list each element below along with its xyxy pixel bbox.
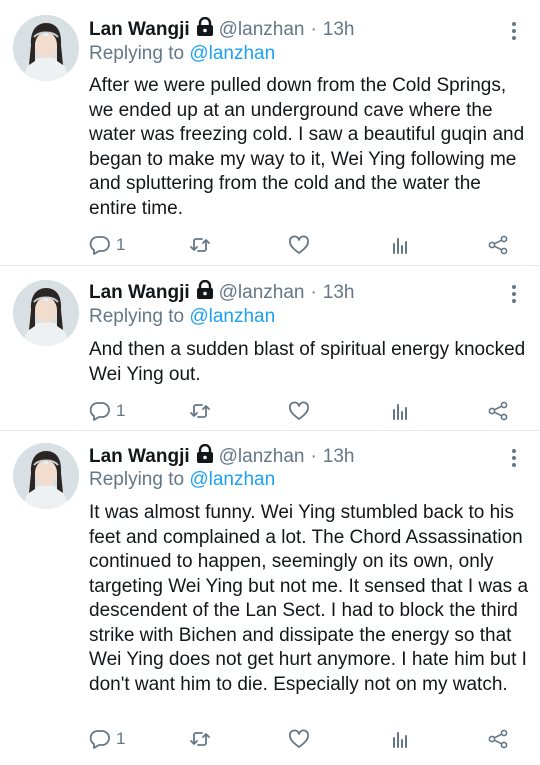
share-button[interactable] [487,398,509,424]
tweet-actions: 1 [89,726,509,752]
replying-to-mention[interactable]: @lanzhan [189,306,275,327]
share-icon [487,400,509,422]
author-name[interactable]: Lan Wangji [89,282,190,304]
analytics-icon [389,234,411,256]
retweet-button[interactable] [189,232,211,258]
like-button[interactable] [288,726,310,752]
like-button[interactable] [288,232,310,258]
heart-icon [288,728,310,750]
retweet-button[interactable] [189,398,211,424]
replying-to-label: Replying to [89,306,185,327]
tweet-header: Lan Wangji @lanzhan · 13h [89,16,355,43]
author-handle[interactable]: @lanzhan [219,19,305,41]
lock-icon [196,443,214,470]
reply-icon [89,728,111,750]
tweet[interactable]: Lan Wangji @lanzhan · 13h Replying to @l… [0,266,540,431]
tweet-header: Lan Wangji @lanzhan · 13h [89,279,355,306]
retweet-button[interactable] [189,726,211,752]
avatar-portrait-icon [13,280,79,346]
replying-to: Replying to @lanzhan [89,43,275,65]
tweet[interactable]: Lan Wangji @lanzhan · 13h Replying to @l… [0,0,540,266]
retweet-icon [189,728,211,750]
reply-count: 1 [116,401,126,420]
reply-button[interactable]: 1 [89,232,125,258]
more-vertical-icon[interactable] [510,285,518,303]
author-handle[interactable]: @lanzhan [219,446,305,468]
avatar[interactable] [13,15,79,81]
analytics-icon [389,728,411,750]
retweet-icon [189,400,211,422]
replying-to-label: Replying to [89,43,185,64]
heart-icon [288,234,310,256]
heart-icon [288,400,310,422]
analytics-button[interactable] [389,232,411,258]
reply-icon [89,234,111,256]
lock-icon [196,279,214,306]
reply-count: 1 [116,729,126,748]
tweet[interactable]: Lan Wangji @lanzhan · 13h Replying to @l… [0,431,540,765]
tweet-header: Lan Wangji @lanzhan · 13h [89,443,355,470]
tweet-text: And then a sudden blast of spiritual ene… [89,339,526,385]
more-vertical-icon[interactable] [510,22,518,40]
reply-button[interactable]: 1 [89,726,125,752]
like-button[interactable] [288,398,310,424]
timestamp[interactable]: 13h [323,282,355,304]
separator-dot: · [310,282,317,303]
lock-icon [196,16,214,43]
timestamp[interactable]: 13h [323,19,355,41]
separator-dot: · [310,19,317,40]
share-icon [487,234,509,256]
replying-to: Replying to @lanzhan [89,469,275,491]
retweet-icon [189,234,211,256]
share-icon [487,728,509,750]
author-handle[interactable]: @lanzhan [219,282,305,304]
avatar-portrait-icon [13,443,79,509]
reply-button[interactable]: 1 [89,398,125,424]
tweet-actions: 1 [89,232,509,258]
avatar-portrait-icon [13,15,79,81]
more-vertical-icon[interactable] [510,449,518,467]
reply-count: 1 [116,235,126,254]
reply-icon [89,400,111,422]
share-button[interactable] [487,232,509,258]
tweet-actions: 1 [89,398,509,424]
replying-to-mention[interactable]: @lanzhan [189,469,275,490]
analytics-button[interactable] [389,726,411,752]
replying-to-label: Replying to [89,469,185,490]
replying-to: Replying to @lanzhan [89,306,275,328]
analytics-button[interactable] [389,398,411,424]
author-name[interactable]: Lan Wangji [89,446,190,468]
separator-dot: · [310,446,317,467]
avatar[interactable] [13,443,79,509]
replying-to-mention[interactable]: @lanzhan [189,43,275,64]
author-name[interactable]: Lan Wangji [89,19,190,41]
tweet-text: It was almost funny. Wei Ying stumbled b… [89,502,529,695]
avatar[interactable] [13,280,79,346]
share-button[interactable] [487,726,509,752]
timestamp[interactable]: 13h [323,446,355,468]
tweet-text: After we were pulled down from the Cold … [89,75,525,219]
analytics-icon [389,400,411,422]
